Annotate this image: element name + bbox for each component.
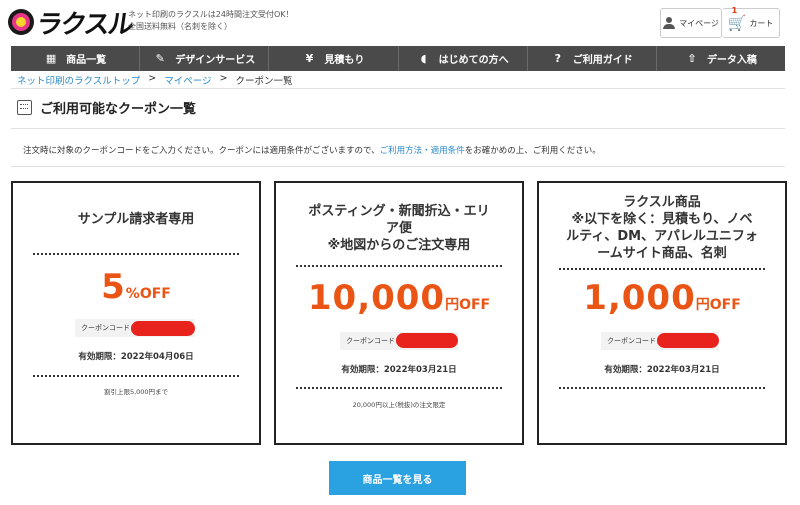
cart-label: カート	[749, 18, 774, 28]
coupon-title-line: ※地図からのご注文専用	[327, 238, 471, 253]
notice-text-before: 注文時に対象のクーポンコードをご入力ください。クーポンには適用条件がございますの…	[23, 146, 380, 156]
coupon-card: ラクスル商品 ※以下を除く：見積もり、ノベ ルティ、DM、アパレルユニフォ ーム…	[537, 181, 787, 445]
breadcrumb-link-mypage[interactable]: マイページ	[164, 73, 211, 87]
coupon-card: サンプル請求者専用 5%OFF クーポンコード： 有効期限：2022年04月06…	[11, 181, 261, 445]
usage-conditions-link[interactable]: ご利用方法・適用条件	[380, 146, 465, 156]
coupon-notice: 注文時に対象のクーポンコードをご入力ください。クーポンには適用条件がございますの…	[23, 144, 601, 156]
yen-icon: ¥	[305, 52, 314, 65]
dotted-divider	[296, 265, 502, 267]
upload-icon: ⇧	[687, 52, 697, 65]
cart-count-badge: 1	[731, 6, 738, 15]
notice-text-after: をお確かめの上、ご利用ください。	[464, 146, 601, 156]
coupon-title: ラクスル商品 ※以下を除く：見積もり、ノベ ルティ、DM、アパレルユニフォ ーム…	[549, 194, 775, 262]
coupon-title-line: ルティ、DM、アパレルユニフォ	[566, 229, 758, 244]
nav-item-design-service[interactable]: ✎ デザインサービス	[140, 46, 270, 71]
divider	[11, 88, 785, 89]
redacted-coupon-code	[131, 321, 195, 336]
coupon-discount: 10,000円OFF	[276, 278, 522, 318]
beginner-mark-icon: ◖	[420, 52, 427, 65]
redacted-coupon-code	[657, 333, 719, 348]
discount-unit: 円OFF	[445, 297, 491, 313]
coupon-expiry: 有効期限：2022年03月21日	[604, 365, 720, 375]
raksul-logo[interactable]: ラクスル	[8, 6, 134, 40]
breadcrumb-link-top[interactable]: ネット印刷のラクスルトップ	[17, 73, 140, 87]
grid-icon: ▦	[45, 52, 57, 65]
coupon-code-label: クーポンコード：	[81, 324, 137, 332]
coupon-title-line: ラクスル商品	[623, 195, 701, 210]
breadcrumb-separator: >	[219, 73, 228, 84]
coupon-expiry: 有効期限：2022年03月21日	[341, 365, 457, 375]
question-icon: ?	[554, 52, 561, 65]
coupon-title: ポスティング・新聞折込・エリ ア便 ※地図からのご注文専用	[286, 203, 512, 254]
logo-mark-icon	[8, 9, 34, 35]
header-tagline: ネット印刷のラクスルは24時間注文受付OK！ 全国送料無料（名刺を除く）	[128, 9, 293, 33]
nav-item-guide[interactable]: ? ご利用ガイド	[528, 46, 657, 71]
discount-amount: 10,000	[307, 278, 446, 318]
breadcrumb-separator: >	[148, 73, 157, 84]
discount-amount: 1,000	[583, 278, 696, 318]
person-icon	[663, 17, 676, 29]
coupon-code-label: クーポンコード：	[346, 337, 402, 345]
coupon-condition: 20,000円以上(税抜)の注文限定	[352, 401, 446, 409]
tagline-line-2: 全国送料無料（名刺を除く）	[128, 22, 232, 31]
nav-item-label: ご利用ガイド	[572, 55, 633, 66]
cart-icon: 🛒 1	[727, 6, 747, 32]
dotted-divider	[559, 387, 765, 389]
page-title-row: ご利用可能なクーポン一覧	[17, 98, 196, 117]
logo-text: ラクスル	[34, 9, 134, 40]
breadcrumb-current: クーポン一覧	[235, 76, 293, 87]
tagline-line-1: ネット印刷のラクスルは24時間注文受付OK！	[128, 10, 294, 19]
coupon-discount: 5%OFF	[13, 267, 259, 307]
nav-item-data-upload[interactable]: ⇧ データ入稿	[657, 46, 785, 71]
view-products-button[interactable]: 商品一覧を見る	[329, 461, 466, 495]
nav-item-label: はじめての方へ	[438, 55, 509, 66]
coupon-discount: 1,000円OFF	[539, 278, 785, 318]
coupon-code-label: クーポンコード：	[607, 337, 663, 345]
coupon-list-icon	[17, 100, 32, 115]
nav-item-estimate[interactable]: ¥ 見積もり	[269, 46, 399, 71]
mypage-label: マイページ	[679, 18, 719, 28]
coupon-card: ポスティング・新聞折込・エリ ア便 ※地図からのご注文専用 10,000円OFF…	[274, 181, 524, 445]
discount-unit: 円OFF	[695, 297, 741, 313]
nav-item-label: 商品一覧	[66, 55, 107, 66]
coupon-expiry: 有効期限：2022年04月06日	[78, 352, 194, 362]
page-title: ご利用可能なクーポン一覧	[40, 102, 197, 117]
divider	[11, 166, 785, 167]
coupon-title: サンプル請求者専用	[23, 211, 249, 228]
coupon-title-line: ポスティング・新聞折込・エリ	[308, 204, 490, 219]
coupon-title-line: ※以下を除く：見積もり、ノベ	[571, 212, 753, 227]
discount-unit: %OFF	[125, 286, 171, 302]
site-header: ラクスル ネット印刷のラクスルは24時間注文受付OK！ 全国送料無料（名刺を除く…	[0, 0, 800, 44]
breadcrumb: ネット印刷のラクスルトップ > マイページ > クーポン一覧	[17, 73, 292, 87]
mypage-button[interactable]: マイページ	[660, 8, 722, 38]
pencil-icon: ✎	[155, 52, 165, 65]
redacted-coupon-code	[396, 333, 458, 348]
dotted-divider	[33, 253, 239, 255]
coupon-title-line: サンプル請求者専用	[77, 212, 195, 227]
discount-amount: 5	[101, 267, 126, 307]
cart-button[interactable]: 🛒 1 カート	[722, 6, 780, 38]
coupon-condition: 割引上限5,000円まで	[103, 388, 169, 396]
nav-item-products[interactable]: ▦ 商品一覧	[11, 46, 141, 71]
coupon-title-line: ームサイト商品、名刺	[597, 246, 727, 261]
nav-item-beginners[interactable]: ◖ はじめての方へ	[399, 46, 528, 71]
global-nav: ▦ 商品一覧 ✎ デザインサービス ¥ 見積もり ◖ はじめての方へ ? ご利用…	[11, 46, 785, 71]
dotted-divider	[296, 387, 502, 389]
coupon-title-line: ア便	[385, 221, 412, 236]
divider	[11, 128, 785, 129]
nav-item-label: デザインサービス	[175, 55, 256, 66]
nav-item-label: 見積もり	[324, 55, 365, 66]
dotted-divider	[33, 375, 239, 377]
dotted-divider	[559, 268, 765, 270]
nav-item-label: データ入稿	[706, 55, 757, 66]
